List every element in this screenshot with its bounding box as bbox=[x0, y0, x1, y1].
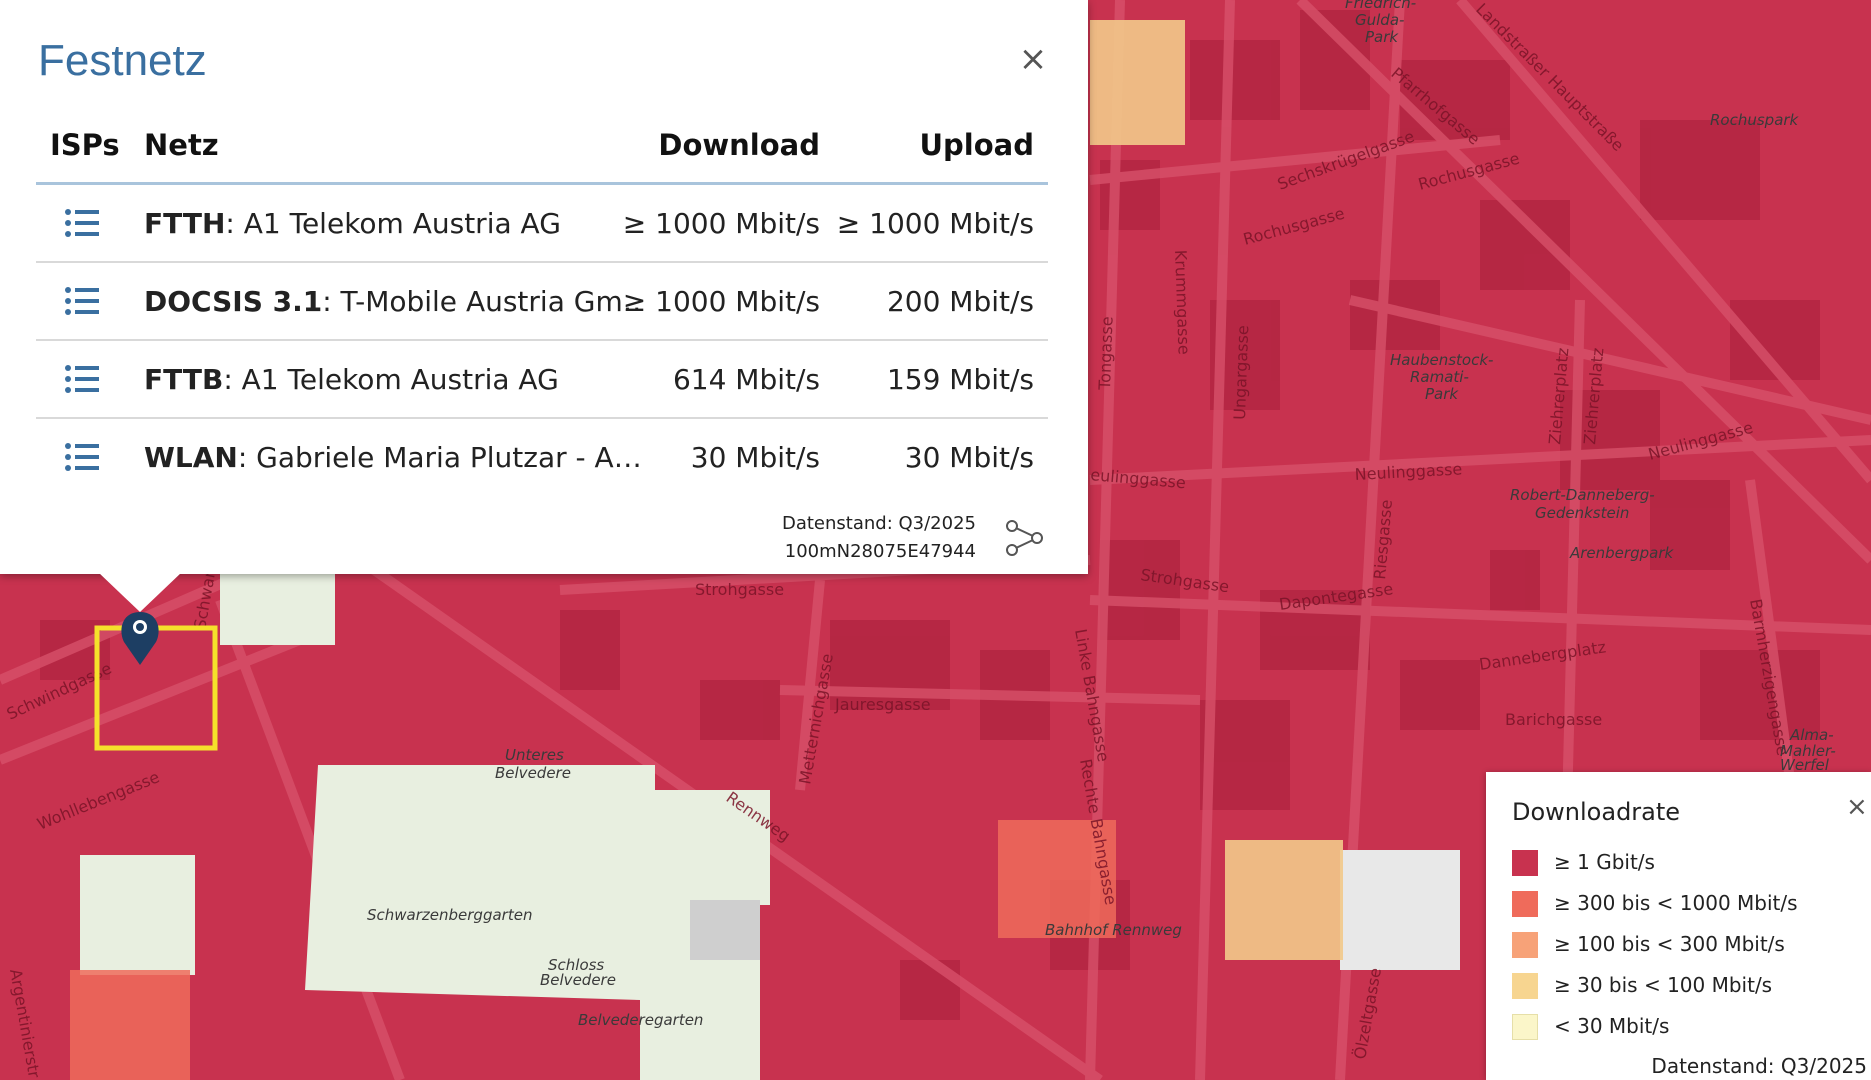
upload-speed: ≥ 1000 Mbit/s bbox=[836, 207, 1034, 240]
column-header-upload: Upload bbox=[919, 128, 1035, 162]
close-icon[interactable]: × bbox=[1018, 42, 1048, 76]
svg-text:Haubenstock-: Haubenstock- bbox=[1390, 351, 1493, 369]
svg-text:Belvedere: Belvedere bbox=[540, 971, 616, 989]
provider-table: ISPs Netz Download Upload FTTH: A1 Telek… bbox=[36, 118, 1048, 495]
network-cell: FTTB: A1 Telekom Austria AG bbox=[144, 363, 644, 396]
list-icon[interactable] bbox=[64, 441, 100, 473]
svg-text:Jauresgasse: Jauresgasse bbox=[834, 695, 931, 714]
svg-text:Robert-Danneberg-: Robert-Danneberg- bbox=[1510, 486, 1655, 504]
svg-text:Ramati-: Ramati- bbox=[1410, 368, 1469, 386]
svg-text:Belvedere: Belvedere bbox=[495, 764, 571, 782]
legend-swatch bbox=[1512, 891, 1538, 917]
share-icon[interactable] bbox=[1003, 516, 1045, 558]
list-icon[interactable] bbox=[64, 285, 100, 317]
column-header-download: Download bbox=[658, 128, 820, 162]
download-speed: ≥ 1000 Mbit/s bbox=[622, 207, 820, 240]
svg-text:Strohgasse: Strohgasse bbox=[695, 580, 784, 599]
table-row: FTTB: A1 Telekom Austria AG 614 Mbit/s 1… bbox=[36, 341, 1048, 419]
column-header-netz: Netz bbox=[144, 128, 219, 162]
svg-text:Gedenkstein: Gedenkstein bbox=[1535, 504, 1629, 522]
list-icon[interactable] bbox=[64, 207, 100, 239]
network-cell: FTTH: A1 Telekom Austria AG bbox=[144, 207, 644, 240]
svg-text:Bahnhof Rennweg: Bahnhof Rennweg bbox=[1045, 921, 1182, 939]
technology: FTTH bbox=[144, 207, 226, 240]
svg-text:Ungargasse: Ungargasse bbox=[1230, 325, 1252, 420]
upload-speed: 30 Mbit/s bbox=[904, 441, 1034, 474]
table-row: FTTH: A1 Telekom Austria AG ≥ 1000 Mbit/… bbox=[36, 185, 1048, 263]
legend-label: < 30 Mbit/s bbox=[1554, 1014, 1670, 1038]
svg-text:Schwarzenberggarten: Schwarzenberggarten bbox=[367, 906, 532, 924]
legend-swatch bbox=[1512, 1014, 1538, 1040]
datenstand-label: Datenstand: Q3/2025 bbox=[781, 513, 976, 534]
svg-text:Tongasse: Tongasse bbox=[1095, 316, 1117, 391]
popup-pointer bbox=[98, 572, 182, 612]
svg-text:Unteres: Unteres bbox=[505, 746, 564, 764]
table-header: ISPs Netz Download Upload bbox=[36, 118, 1048, 185]
legend-panel: Downloadrate × ≥ 1 Gbit/s ≥ 300 bis < 10… bbox=[1486, 772, 1871, 1080]
network-cell: DOCSIS 3.1: T-Mobile Austria Gm… bbox=[144, 285, 644, 318]
legend-swatch bbox=[1512, 850, 1538, 876]
data-timestamp: Datenstand: Q3/2025 100mN28075E47944 bbox=[740, 510, 976, 566]
download-speed: ≥ 1000 Mbit/s bbox=[622, 285, 820, 318]
provider-name: : T-Mobile Austria Gm… bbox=[322, 285, 644, 318]
technology: WLAN bbox=[144, 441, 238, 474]
svg-text:Park: Park bbox=[1425, 385, 1459, 403]
provider-name: : A1 Telekom Austria AG bbox=[223, 363, 559, 396]
svg-text:Rochuspark: Rochuspark bbox=[1710, 111, 1800, 129]
upload-speed: 159 Mbit/s bbox=[886, 363, 1034, 396]
svg-text:Krummgasse: Krummgasse bbox=[1171, 249, 1194, 354]
legend-datenstand: Datenstand: Q3/2025 bbox=[1651, 1054, 1867, 1078]
legend-label: ≥ 100 bis < 300 Mbit/s bbox=[1554, 932, 1785, 956]
cell-id: 100mN28075E47944 bbox=[784, 541, 976, 562]
column-header-isps: ISPs bbox=[50, 128, 120, 162]
legend-swatch bbox=[1512, 973, 1538, 999]
legend-swatch bbox=[1512, 932, 1538, 958]
technology: DOCSIS 3.1 bbox=[144, 285, 323, 318]
technology: FTTB bbox=[144, 363, 224, 396]
table-row: DOCSIS 3.1: T-Mobile Austria Gm… ≥ 1000 … bbox=[36, 263, 1048, 341]
download-speed: 30 Mbit/s bbox=[690, 441, 820, 474]
svg-text:Gulda-: Gulda- bbox=[1355, 11, 1404, 29]
network-cell: WLAN: Gabriele Maria Plutzar - A… bbox=[144, 441, 644, 474]
coverage-popup: Festnetz × ISPs Netz Download Upload FTT… bbox=[0, 0, 1088, 574]
svg-text:Belvederegarten: Belvederegarten bbox=[578, 1011, 703, 1029]
provider-name: : Gabriele Maria Plutzar - A… bbox=[237, 441, 642, 474]
svg-text:Arenbergpark: Arenbergpark bbox=[1569, 544, 1674, 562]
legend-label: ≥ 1 Gbit/s bbox=[1554, 850, 1655, 874]
provider-name: : A1 Telekom Austria AG bbox=[225, 207, 561, 240]
download-speed: 614 Mbit/s bbox=[672, 363, 820, 396]
list-icon[interactable] bbox=[64, 363, 100, 395]
legend-label: ≥ 300 bis < 1000 Mbit/s bbox=[1554, 891, 1798, 915]
svg-text:Barichgasse: Barichgasse bbox=[1505, 710, 1602, 729]
legend-title: Downloadrate bbox=[1512, 798, 1681, 826]
legend-label: ≥ 30 bis < 100 Mbit/s bbox=[1554, 973, 1773, 997]
legend-close-icon[interactable]: × bbox=[1846, 792, 1868, 822]
popup-title: Festnetz bbox=[38, 36, 207, 85]
table-row: WLAN: Gabriele Maria Plutzar - A… 30 Mbi… bbox=[36, 419, 1048, 495]
svg-text:Park: Park bbox=[1365, 28, 1399, 46]
upload-speed: 200 Mbit/s bbox=[886, 285, 1034, 318]
